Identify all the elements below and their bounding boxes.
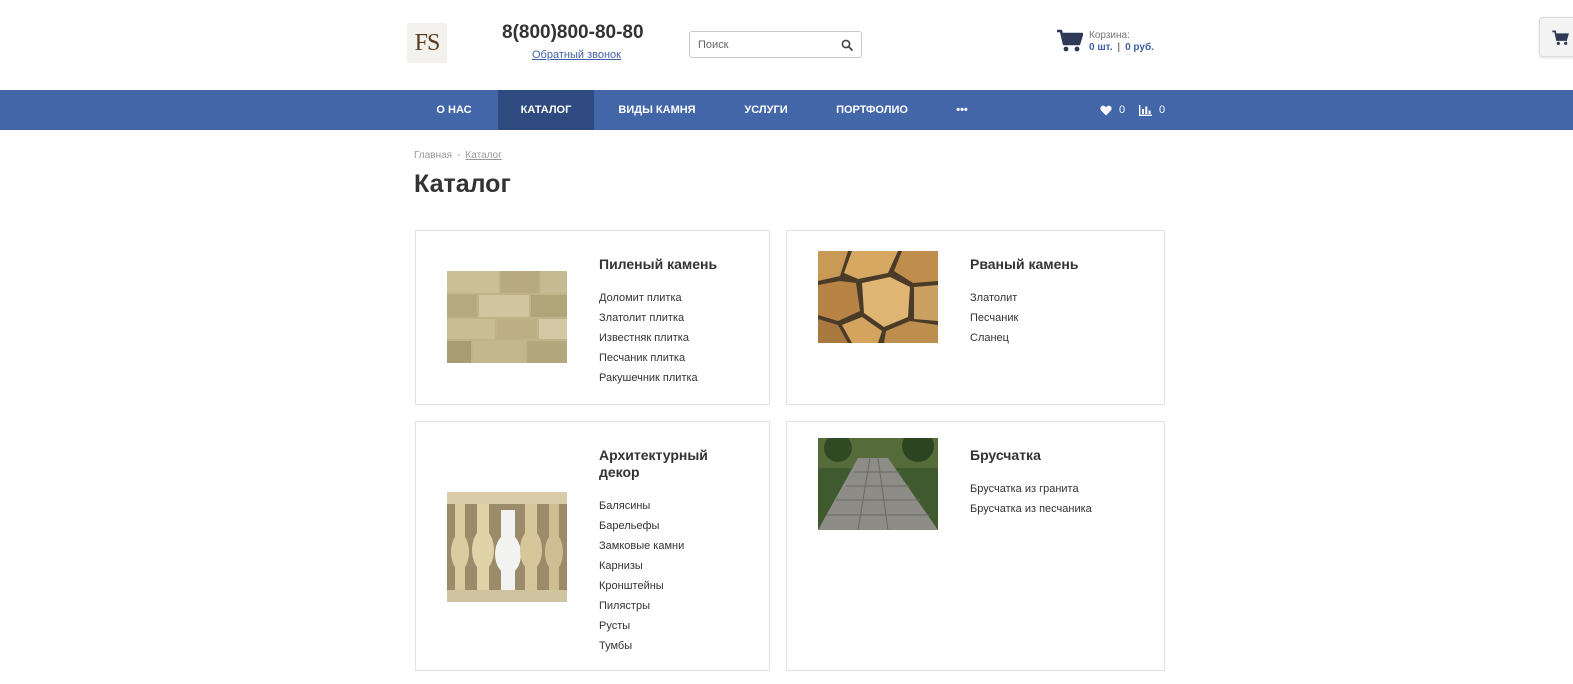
- breadcrumb-current[interactable]: Каталог: [465, 150, 501, 161]
- category-image-sawn-stone[interactable]: [447, 271, 567, 363]
- favorites-count: 0: [1119, 104, 1126, 116]
- category-link[interactable]: Барельефы: [599, 516, 684, 536]
- category-link[interactable]: Балясины: [599, 496, 684, 516]
- category-image-architectural-decor[interactable]: [447, 492, 567, 602]
- cart-label: Корзина:: [1089, 30, 1130, 41]
- category-links-sawn-stone: Доломит плитка Златолит плитка Известняк…: [599, 288, 698, 388]
- nav-item-stone-types[interactable]: ВИДЫ КАМНЯ: [607, 90, 707, 130]
- floating-cart-button[interactable]: [1539, 17, 1573, 57]
- breadcrumb-home[interactable]: Главная: [414, 150, 452, 161]
- nav-item-more[interactable]: •••: [942, 90, 982, 130]
- category-title-sawn-stone[interactable]: Пиленый камень: [599, 256, 749, 273]
- phone-number[interactable]: 8(800)800-80-80: [502, 22, 644, 44]
- category-card-rough-stone: Рваный камень Златолит Песчаник Сланец: [786, 230, 1165, 405]
- category-card-paving-stone: Брусчатка Брусчатка из гранита Брусчатка…: [786, 421, 1165, 671]
- category-link[interactable]: Известняк плитка: [599, 328, 698, 348]
- compare-link[interactable]: 0: [1139, 90, 1165, 130]
- breadcrumb-separator: -: [457, 150, 461, 161]
- logo-mark: FS: [414, 30, 441, 56]
- nav-item-portfolio[interactable]: ПОРТФОЛИО: [824, 90, 920, 130]
- category-links-architectural-decor: Балясины Барельефы Замковые камни Карниз…: [599, 496, 684, 656]
- category-link[interactable]: Замковые камни: [599, 536, 684, 556]
- nav-item-about[interactable]: О НАС: [414, 90, 494, 130]
- category-image-paving-stone[interactable]: [818, 438, 938, 530]
- bar-chart-icon: [1139, 104, 1152, 116]
- category-link[interactable]: Брусчатка из песчаника: [970, 499, 1092, 519]
- category-link[interactable]: Кронштейны: [599, 576, 684, 596]
- category-link[interactable]: Карнизы: [599, 556, 684, 576]
- search-box: [689, 31, 862, 58]
- category-link[interactable]: Доломит плитка: [599, 288, 698, 308]
- main-nav: О НАС КАТАЛОГ ВИДЫ КАМНЯ УСЛУГИ ПОРТФОЛИ…: [0, 90, 1573, 130]
- site-header: FS 8(800)800-80-80 Обратный звонок Корзи…: [0, 0, 1573, 90]
- category-link[interactable]: Пилястры: [599, 596, 684, 616]
- search-icon[interactable]: [841, 39, 853, 51]
- cart-separator: |: [1117, 42, 1121, 53]
- category-link[interactable]: Златолит плитка: [599, 308, 698, 328]
- category-link[interactable]: Сланец: [970, 328, 1018, 348]
- heart-icon: [1100, 105, 1112, 115]
- search-input[interactable]: [698, 37, 838, 53]
- nav-item-catalog[interactable]: КАТАЛОГ: [498, 90, 594, 130]
- category-title-paving-stone[interactable]: Брусчатка: [970, 447, 1150, 464]
- category-link[interactable]: Русты: [599, 616, 684, 636]
- category-link[interactable]: Ракушечник плитка: [599, 368, 698, 388]
- category-link[interactable]: Златолит: [970, 288, 1018, 308]
- cart-count[interactable]: 0 шт.: [1089, 42, 1112, 53]
- category-links-paving-stone: Брусчатка из гранита Брусчатка из песчан…: [970, 479, 1092, 519]
- cart-summary[interactable]: 0 шт. | 0 руб.: [1089, 42, 1154, 53]
- category-title-rough-stone[interactable]: Рваный камень: [970, 256, 1150, 273]
- category-card-architectural-decor: Архитектурный декор Балясины Барельефы З…: [415, 421, 770, 671]
- category-link[interactable]: Тумбы: [599, 636, 684, 656]
- category-title-architectural-decor[interactable]: Архитектурный декор: [599, 447, 749, 481]
- category-link[interactable]: Песчаник: [970, 308, 1018, 328]
- category-links-rough-stone: Златолит Песчаник Сланец: [970, 288, 1018, 348]
- favorites-link[interactable]: 0: [1100, 90, 1125, 130]
- cart-total[interactable]: 0 руб.: [1125, 42, 1154, 53]
- category-link[interactable]: Брусчатка из гранита: [970, 479, 1092, 499]
- floating-cart-icon: [1552, 30, 1569, 45]
- site-logo[interactable]: FS: [407, 23, 447, 63]
- nav-item-services[interactable]: УСЛУГИ: [728, 90, 804, 130]
- category-card-sawn-stone: Пиленый камень Доломит плитка Златолит п…: [415, 230, 770, 405]
- category-link[interactable]: Песчаник плитка: [599, 348, 698, 368]
- breadcrumb: Главная - Каталог: [414, 150, 502, 161]
- cart-icon[interactable]: [1057, 29, 1083, 53]
- callback-link[interactable]: Обратный звонок: [532, 49, 621, 61]
- compare-count: 0: [1159, 104, 1166, 116]
- category-image-rough-stone[interactable]: [818, 251, 938, 343]
- page-title: Каталог: [414, 170, 511, 198]
